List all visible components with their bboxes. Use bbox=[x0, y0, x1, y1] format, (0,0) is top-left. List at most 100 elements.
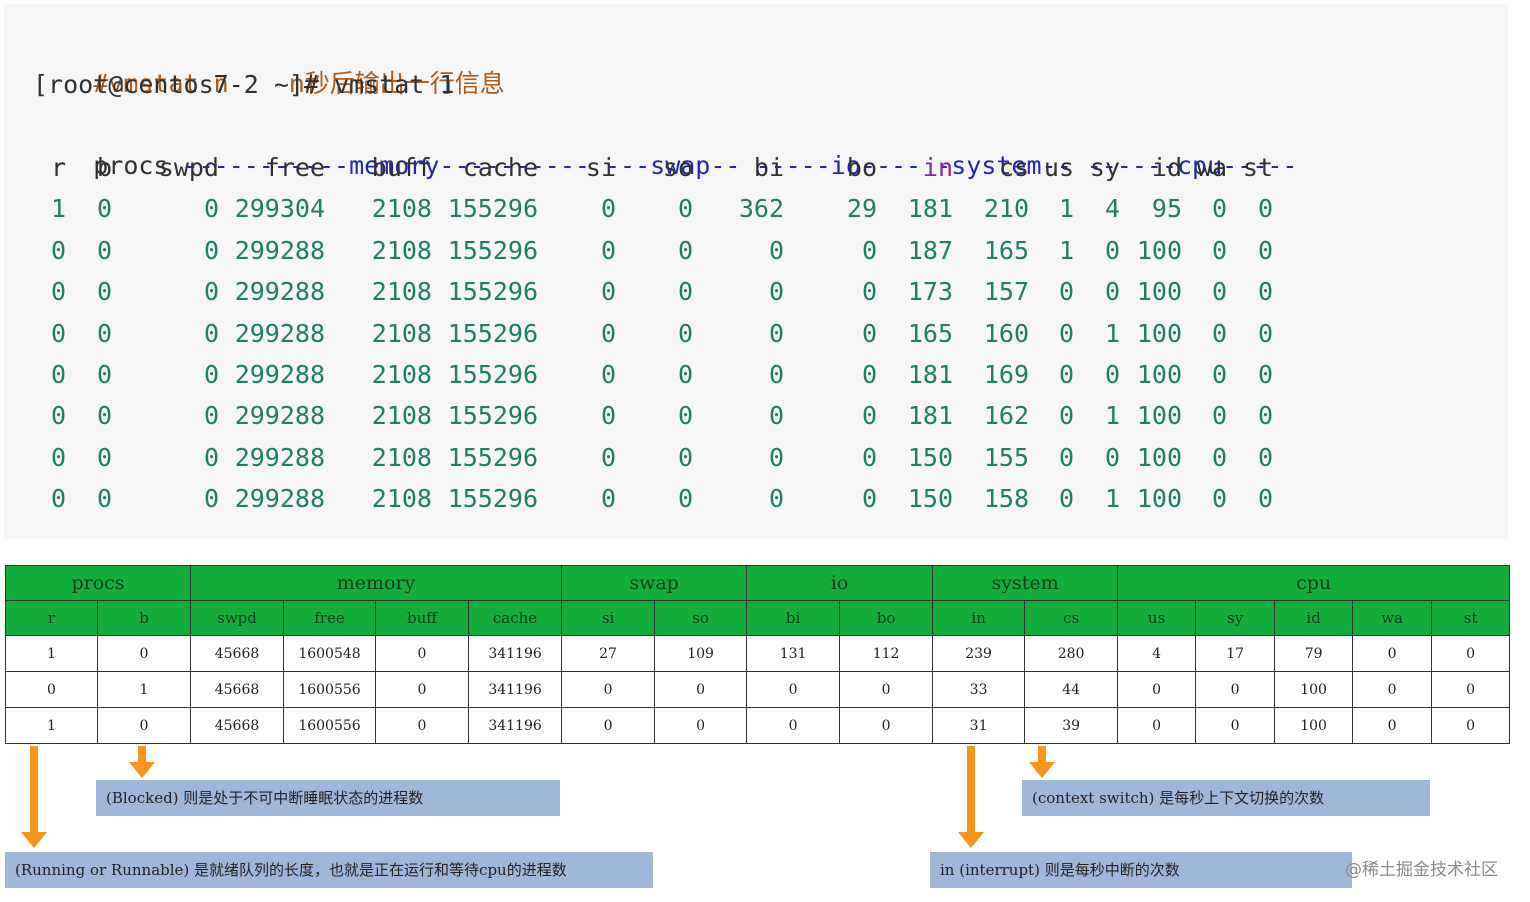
output-cell-cache: 155296 bbox=[447, 360, 538, 389]
column-cell-si: si bbox=[561, 600, 656, 636]
output-cell-sy: 1 bbox=[1104, 401, 1120, 431]
output-cell-si: 0 bbox=[600, 360, 616, 389]
table-row: 1 0 45668 1600556 0 341196 0 0 0 0 31 39 0 0 100 0 0 bbox=[5, 707, 1511, 744]
output-cell-b: 0 bbox=[96, 360, 112, 389]
output-cell-free: 299288 bbox=[234, 442, 325, 472]
output-cell-buff: 2108 bbox=[371, 194, 432, 224]
output-cell-wa: 0 bbox=[1211, 401, 1227, 431]
table-cell-in: 239 bbox=[932, 635, 1026, 672]
table-cell-swpd: 45668 bbox=[190, 707, 285, 744]
output-cell-sy: 0 bbox=[1104, 277, 1120, 307]
table-cell-r: 1 bbox=[5, 707, 98, 744]
output-cell-so: 0 bbox=[677, 194, 693, 224]
output-cell-us: 0 bbox=[1058, 401, 1074, 431]
output-cell-us: 0 bbox=[1058, 360, 1074, 389]
output-cell-free: 299304 bbox=[234, 194, 325, 224]
column-cell-free: free bbox=[283, 600, 377, 636]
table-group-header-row: procs memory swap io system cpu bbox=[4, 565, 1511, 601]
output-cell-sy: 0 bbox=[1104, 235, 1120, 265]
output-cell-bi: 0 bbox=[768, 318, 784, 348]
output-row: 0 0 0 299288 2108 155296 0 0 0 0 150 155 0 0 100 0 0 bbox=[4, 438, 1304, 478]
table-cell-st: 0 bbox=[1431, 635, 1511, 672]
table-cell-st: 0 bbox=[1431, 671, 1511, 708]
table-cell-b: 0 bbox=[96, 635, 192, 672]
output-cell-in: 181 bbox=[907, 194, 953, 224]
output-cell-cs: 155 bbox=[983, 442, 1029, 472]
column-header-swpd: swpd bbox=[158, 153, 219, 182]
output-cell-bi: 0 bbox=[768, 277, 784, 307]
output-cell-bi: 0 bbox=[768, 442, 784, 472]
output-cell-b: 0 bbox=[96, 277, 112, 307]
column-cell-sy: sy bbox=[1195, 600, 1276, 636]
output-row: 0 0 0 299288 2108 155296 0 0 0 0 173 157 0 0 100 0 0 bbox=[4, 272, 1304, 312]
output-cell-us: 0 bbox=[1058, 277, 1074, 307]
column-header-cache: cache bbox=[462, 153, 538, 182]
output-cell-cs: 169 bbox=[983, 360, 1029, 389]
column-cell-b: b bbox=[96, 600, 192, 636]
output-cell-bo: 0 bbox=[861, 318, 877, 348]
shell-prompt: [root@centos7-2 ~]# vmstat 1 bbox=[33, 70, 455, 99]
output-cell-so: 0 bbox=[677, 235, 693, 265]
column-cell-cache: cache bbox=[468, 600, 563, 636]
output-cell-id: 95 bbox=[1151, 194, 1182, 224]
output-cell-bi: 0 bbox=[768, 401, 784, 431]
group-cell-system: system bbox=[932, 565, 1119, 601]
note-running: (Running or Runnable) 是就绪队列的长度，也就是正在运行和等… bbox=[5, 852, 653, 888]
column-header-wa: wa bbox=[1196, 153, 1227, 182]
column-header-so: so bbox=[662, 153, 693, 182]
output-row: 0 0 0 299288 2108 155296 0 0 0 0 181 169 0 0 100 0 0 bbox=[4, 355, 1304, 395]
output-cell-wa: 0 bbox=[1211, 235, 1227, 265]
terminal-output: #vmstat n n秒后输出一行信息 [root@centos7-2 ~]# … bbox=[4, 4, 1508, 539]
arrow-blocked bbox=[129, 746, 155, 778]
column-cell-id: id bbox=[1274, 600, 1354, 636]
table-cell-b: 0 bbox=[96, 707, 192, 744]
output-cell-wa: 0 bbox=[1211, 318, 1227, 348]
output-cell-buff: 2108 bbox=[371, 484, 432, 514]
output-cell-so: 0 bbox=[677, 318, 693, 348]
output-cell-so: 0 bbox=[677, 277, 693, 307]
output-cell-in: 187 bbox=[907, 235, 953, 265]
output-cell-buff: 2108 bbox=[371, 277, 432, 307]
output-cell-swpd: 0 bbox=[203, 401, 219, 431]
table-cell-us: 4 bbox=[1117, 635, 1197, 672]
output-cell-r: 0 bbox=[50, 318, 66, 348]
output-cell-bi: 0 bbox=[768, 484, 784, 514]
group-header-line: procs -----------memory---------- ---swa… bbox=[33, 106, 1297, 180]
output-cell-sy: 0 bbox=[1104, 360, 1120, 389]
column-header-si: si bbox=[585, 153, 616, 182]
table-cell-wa: 0 bbox=[1352, 671, 1433, 708]
output-cell-us: 1 bbox=[1058, 194, 1074, 224]
output-cell-si: 0 bbox=[600, 277, 616, 307]
output-cell-in: 150 bbox=[907, 484, 953, 514]
table-cell-so: 0 bbox=[654, 671, 748, 708]
column-cell-st: st bbox=[1431, 600, 1511, 636]
output-cell-in: 165 bbox=[907, 318, 953, 348]
output-cell-bo: 29 bbox=[846, 194, 877, 224]
output-row: 0 0 0 299288 2108 155296 0 0 0 0 187 165 1 0 100 0 0 bbox=[4, 231, 1304, 271]
note-interrupt: in (interrupt) 则是每秒中断的次数 bbox=[930, 852, 1352, 888]
table-cell-si: 0 bbox=[561, 671, 656, 708]
table-cell-so: 0 bbox=[654, 707, 748, 744]
column-header-b: b bbox=[96, 153, 112, 182]
table-cell-bi: 131 bbox=[746, 635, 841, 672]
output-cell-cache: 155296 bbox=[447, 318, 538, 348]
output-cell-st: 0 bbox=[1257, 484, 1273, 514]
output-cell-us: 0 bbox=[1058, 318, 1074, 348]
comment-line: #vmstat n n秒后输出一行信息 bbox=[33, 24, 505, 98]
output-cell-free: 299288 bbox=[234, 318, 325, 348]
table-cell-bi: 0 bbox=[746, 671, 841, 708]
table-cell-free: 1600556 bbox=[283, 707, 377, 744]
output-cell-us: 1 bbox=[1058, 235, 1074, 265]
output-cell-bo: 0 bbox=[861, 484, 877, 514]
table-cell-buff: 0 bbox=[375, 635, 470, 672]
output-cell-si: 0 bbox=[600, 235, 616, 265]
table-cell-id: 100 bbox=[1274, 707, 1354, 744]
output-cell-bo: 0 bbox=[861, 277, 877, 307]
table-cell-b: 1 bbox=[96, 671, 192, 708]
output-cell-b: 0 bbox=[96, 318, 112, 348]
output-cell-b: 0 bbox=[96, 484, 112, 514]
output-cell-us: 0 bbox=[1058, 442, 1074, 472]
output-cell-cs: 160 bbox=[983, 318, 1029, 348]
output-cell-bi: 0 bbox=[768, 235, 784, 265]
table-cell-cache: 341196 bbox=[468, 707, 563, 744]
